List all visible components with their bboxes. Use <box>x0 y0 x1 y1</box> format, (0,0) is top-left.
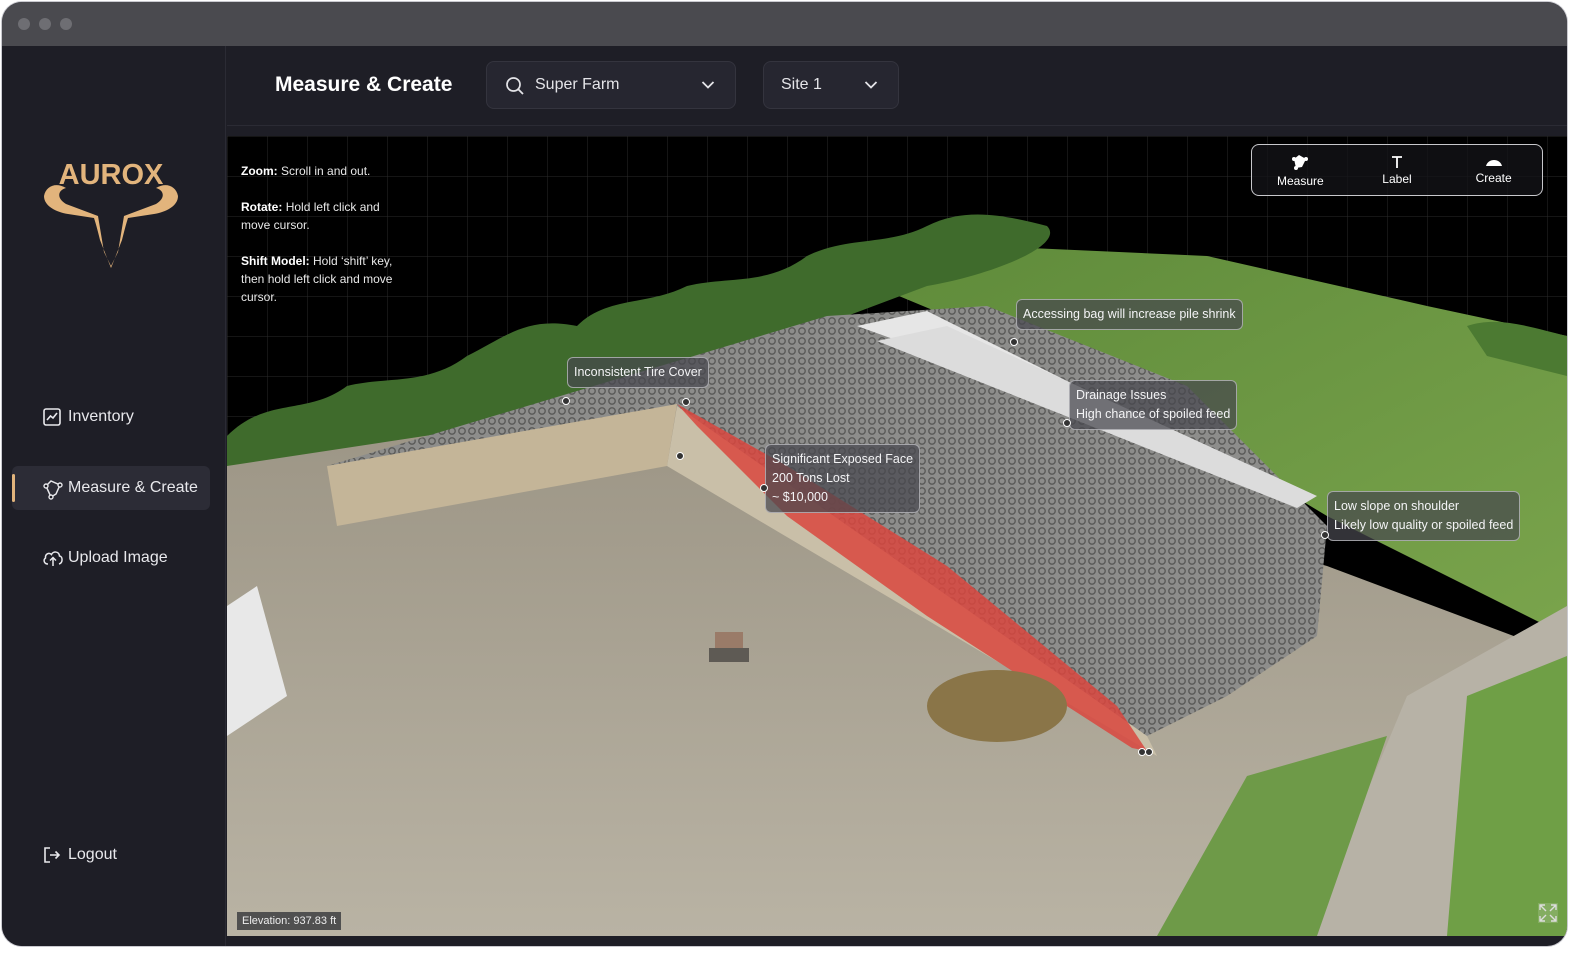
aurox-logo: AUROX <box>44 159 178 268</box>
annotation-pin[interactable] <box>1321 531 1329 539</box>
3d-model-viewport[interactable]: Zoom: Scroll in and out. Rotate: Hold le… <box>227 136 1567 936</box>
help-zoom-key: Zoom: <box>241 164 278 178</box>
elevation-readout: Elevation: 937.83 ft <box>237 912 342 930</box>
window-maximize-dot[interactable] <box>60 18 72 30</box>
window-close-dot[interactable] <box>18 18 30 30</box>
measure-icon <box>1292 154 1309 170</box>
annotation-text: Low slope on shoulder <box>1334 499 1460 513</box>
annotation-text: Drainage Issues <box>1076 388 1167 402</box>
annotation-text: High chance of spoiled feed <box>1076 407 1231 421</box>
measure-point[interactable] <box>682 398 690 406</box>
help-shift-key: Shift Model: <box>241 254 310 268</box>
create-tool-label: Create <box>1475 170 1512 185</box>
logout-label: Logout <box>68 846 117 863</box>
annotation-text: Inconsistent Tire Cover <box>574 365 702 379</box>
measure-point[interactable] <box>1145 748 1153 756</box>
annotation-text: ~ $10,000 <box>772 490 828 504</box>
pile-icon <box>1485 159 1502 166</box>
farm-select[interactable]: Super Farm <box>486 61 736 109</box>
sidebar-item-measure-create[interactable]: Measure & Create <box>12 466 210 510</box>
navigation-help: Zoom: Scroll in and out. Rotate: Hold le… <box>241 162 399 324</box>
site-select-value: Site 1 <box>781 76 822 93</box>
logout-icon <box>44 847 61 863</box>
sidebar-item-inventory[interactable]: Inventory <box>12 395 210 439</box>
label-tool-label: Label <box>1382 171 1412 186</box>
measure-tool-button[interactable]: Measure <box>1255 153 1345 188</box>
annotation-bag[interactable]: Accessing bag will increase pile shrink <box>1016 299 1243 330</box>
annotation-text: Accessing bag will increase pile shrink <box>1023 307 1236 321</box>
annotation-tire-cover[interactable]: Inconsistent Tire Cover <box>567 357 709 388</box>
tool-palette: Measure Label Create <box>1251 144 1543 196</box>
app-window: AUROX Inventory Measure & Create Upload … <box>2 2 1567 946</box>
sidebar: AUROX Inventory Measure & Create Upload … <box>2 46 226 946</box>
annotation-pin[interactable] <box>1010 338 1018 346</box>
sidebar-item-label: Inventory <box>68 408 134 425</box>
annotation-pin[interactable] <box>562 397 570 405</box>
page-title: Measure & Create <box>275 73 453 96</box>
help-rotate-key: Rotate: <box>241 200 283 214</box>
logout-button[interactable]: Logout <box>12 833 210 877</box>
site-select[interactable]: Site 1 <box>763 61 899 109</box>
annotation-low-slope[interactable]: Low slope on shoulder Likely low quality… <box>1327 491 1521 541</box>
help-zoom-text: Scroll in and out. <box>281 164 371 178</box>
window-minimize-dot[interactable] <box>39 18 51 30</box>
page-header: Measure & Create Super Farm Site 1 <box>227 46 1567 126</box>
chart-icon <box>43 408 61 426</box>
measure-point[interactable] <box>676 452 684 460</box>
search-icon <box>506 77 524 95</box>
annotation-exposed-face[interactable]: Significant Exposed Face 200 Tons Lost ~… <box>765 444 921 513</box>
annotation-text: Significant Exposed Face <box>772 452 914 466</box>
annotation-pin[interactable] <box>760 484 768 492</box>
annotation-drainage[interactable]: Drainage Issues High chance of spoiled f… <box>1069 380 1238 430</box>
sidebar-item-upload-image[interactable]: Upload Image <box>12 536 210 580</box>
cloud-upload-icon <box>43 551 63 566</box>
fullscreen-icon[interactable] <box>1537 902 1559 924</box>
create-tool-button[interactable]: Create <box>1449 156 1539 185</box>
sidebar-item-label: Measure & Create <box>68 479 198 496</box>
title-bar <box>2 2 1567 46</box>
chevron-down-icon <box>701 81 715 89</box>
measure-icon <box>43 480 63 500</box>
annotation-text: 200 Tons Lost <box>772 471 850 485</box>
annotation-text: Likely low quality or spoiled feed <box>1334 518 1514 532</box>
text-icon <box>1391 155 1402 168</box>
label-tool-button[interactable]: Label <box>1352 155 1442 186</box>
svg-text:AUROX: AUROX <box>59 159 164 191</box>
chevron-down-icon <box>864 81 878 89</box>
measure-tool-label: Measure <box>1276 173 1324 188</box>
annotation-pin[interactable] <box>1063 419 1071 427</box>
sidebar-item-label: Upload Image <box>68 549 168 566</box>
farm-select-value: Super Farm <box>535 76 620 93</box>
